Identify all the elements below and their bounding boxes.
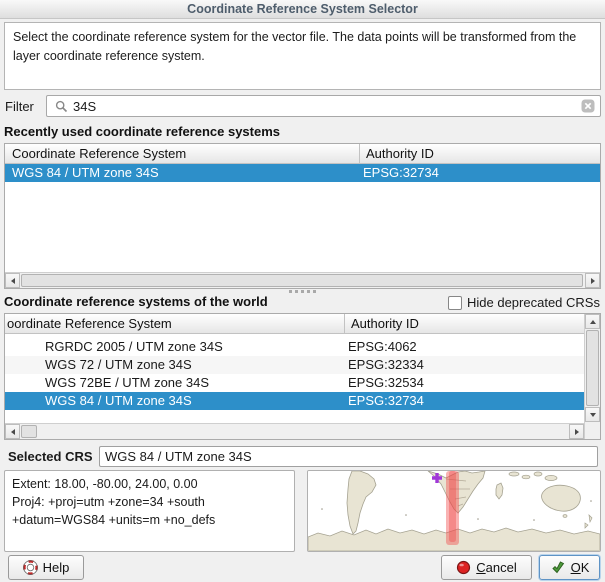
description-text: Select the coordinate reference system f… bbox=[4, 22, 601, 90]
help-button[interactable]: Help bbox=[8, 555, 84, 580]
crs-proj4-line2: +datum=WGS84 +units=m +no_defs bbox=[12, 512, 287, 530]
row-authority-id: EPSG:32734 bbox=[363, 164, 439, 182]
recent-table-header[interactable]: Coordinate Reference System Authority ID bbox=[5, 144, 600, 164]
recent-col-crs[interactable]: Coordinate Reference System bbox=[12, 144, 352, 164]
row-authority-id: EPSG:32334 bbox=[348, 356, 424, 374]
hscroll-thumb[interactable] bbox=[21, 274, 583, 287]
filter-value: 34S bbox=[73, 99, 581, 114]
table-row[interactable]: WGS 84 / UTM zone 34S EPSG:32734 bbox=[5, 392, 584, 410]
row-authority-id: EPSG:32534 bbox=[348, 374, 424, 392]
table-row[interactable]: WGS 72BE / UTM zone 34S EPSG:32534 bbox=[5, 374, 584, 392]
title-bar: Coordinate Reference System Selector bbox=[0, 0, 605, 19]
recent-crs-heading: Recently used coordinate reference syste… bbox=[4, 124, 280, 139]
map-preview bbox=[307, 470, 601, 552]
scroll-left-icon[interactable] bbox=[5, 424, 20, 439]
scroll-down-icon[interactable] bbox=[585, 407, 600, 422]
filter-label: Filter bbox=[5, 96, 34, 118]
hscroll-thumb[interactable] bbox=[21, 425, 37, 438]
cancel-button[interactable]: Cancel bbox=[441, 555, 532, 580]
world-table-vscrollbar[interactable] bbox=[584, 314, 600, 439]
recent-crs-table[interactable]: Coordinate Reference System Authority ID… bbox=[4, 143, 601, 289]
selected-crs-field[interactable]: WGS 84 / UTM zone 34S bbox=[99, 446, 598, 467]
world-crs-heading: Coordinate reference systems of the worl… bbox=[4, 294, 268, 309]
crs-selector-dialog: Coordinate Reference System Selector Sel… bbox=[0, 0, 605, 582]
row-authority-id: EPSG:32734 bbox=[348, 392, 424, 410]
filter-input[interactable]: 34S bbox=[46, 95, 601, 117]
crs-extent: Extent: 18.00, -80.00, 24.00, 0.00 bbox=[12, 476, 287, 494]
row-crs-name: WGS 84 / UTM zone 34S bbox=[12, 164, 159, 182]
world-table-header[interactable]: oordinate Reference System Authority ID bbox=[5, 314, 584, 334]
ok-button-label: OK bbox=[571, 560, 590, 575]
splitter-handle[interactable] bbox=[289, 290, 316, 293]
world-map bbox=[308, 471, 600, 551]
hide-deprecated-checkbox[interactable] bbox=[448, 296, 462, 310]
scroll-right-icon[interactable] bbox=[569, 424, 584, 439]
scroll-up-icon[interactable] bbox=[585, 314, 600, 329]
row-crs-name: RGRDC 2005 / UTM zone 34S bbox=[45, 338, 223, 356]
cancel-button-label: Cancel bbox=[476, 560, 516, 575]
utm-zone-highlight-core bbox=[449, 471, 456, 542]
recent-table-hscrollbar[interactable] bbox=[5, 272, 600, 288]
vscroll-thumb[interactable] bbox=[586, 330, 599, 406]
world-col-crs[interactable]: oordinate Reference System bbox=[7, 314, 337, 334]
table-row[interactable]: WGS 84 / UTM zone 34S EPSG:32734 bbox=[5, 164, 600, 182]
recent-col-authority[interactable]: Authority ID bbox=[366, 144, 586, 164]
scroll-left-icon[interactable] bbox=[5, 273, 20, 288]
table-row[interactable]: RGRDC 2005 / UTM zone 34S EPSG:4062 bbox=[5, 338, 584, 356]
cancel-icon bbox=[456, 560, 471, 575]
crs-proj4-line1: Proj4: +proj=utm +zone=34 +south bbox=[12, 494, 287, 512]
row-crs-name: WGS 72 / UTM zone 34S bbox=[45, 356, 192, 374]
clear-filter-icon[interactable] bbox=[581, 99, 595, 113]
hide-deprecated-label[interactable]: Hide deprecated CRSs bbox=[467, 294, 600, 311]
ok-button[interactable]: OK bbox=[539, 555, 600, 580]
table-row[interactable]: WGS 72 / UTM zone 34S EPSG:32334 bbox=[5, 356, 584, 374]
row-authority-id: EPSG:4062 bbox=[348, 338, 417, 356]
help-button-label: Help bbox=[43, 560, 70, 575]
scroll-right-icon[interactable] bbox=[585, 273, 600, 288]
recent-col-divider[interactable] bbox=[359, 144, 360, 164]
crs-details-box: Extent: 18.00, -80.00, 24.00, 0.00 Proj4… bbox=[4, 470, 295, 552]
row-crs-name: WGS 72BE / UTM zone 34S bbox=[45, 374, 209, 392]
world-col-divider[interactable] bbox=[344, 314, 345, 334]
row-crs-name: WGS 84 / UTM zone 34S bbox=[45, 392, 192, 410]
world-col-authority[interactable]: Authority ID bbox=[351, 314, 576, 334]
selected-crs-label: Selected CRS bbox=[8, 449, 93, 464]
dialog-title: Coordinate Reference System Selector bbox=[187, 2, 418, 16]
search-icon bbox=[55, 100, 68, 113]
world-crs-table[interactable]: oordinate Reference System Authority ID … bbox=[4, 313, 601, 440]
world-table-hscrollbar[interactable] bbox=[5, 423, 584, 439]
help-icon bbox=[23, 560, 38, 575]
ok-check-icon bbox=[550, 561, 566, 575]
